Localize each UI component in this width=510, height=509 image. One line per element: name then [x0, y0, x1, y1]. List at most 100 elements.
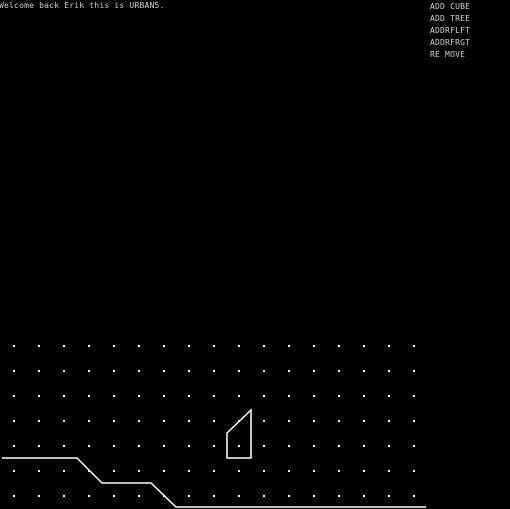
- design-canvas[interactable]: [0, 0, 510, 509]
- grid-dot: [138, 445, 140, 447]
- grid-dot: [413, 470, 415, 472]
- grid-dot: [263, 470, 265, 472]
- grid-dot: [138, 345, 140, 347]
- grid-dot: [13, 470, 15, 472]
- grid-dot: [338, 470, 340, 472]
- grid-dot: [113, 395, 115, 397]
- grid-dot: [188, 470, 190, 472]
- grid-dot: [413, 445, 415, 447]
- grid-dot: [388, 395, 390, 397]
- grid-dot: [163, 420, 165, 422]
- grid-dot: [238, 445, 240, 447]
- grid-dot: [138, 370, 140, 372]
- grid-dot: [238, 370, 240, 372]
- grid-dot: [13, 370, 15, 372]
- grid-dot: [313, 445, 315, 447]
- grid-dot: [88, 445, 90, 447]
- grid-dot: [163, 345, 165, 347]
- grid-dot: [138, 420, 140, 422]
- grid-dot: [188, 445, 190, 447]
- grid-dot: [338, 345, 340, 347]
- grid-dot: [288, 345, 290, 347]
- grid-dot: [338, 495, 340, 497]
- grid-dot: [238, 495, 240, 497]
- grid-dot: [213, 420, 215, 422]
- grid-dot: [313, 395, 315, 397]
- grid-dot: [38, 345, 40, 347]
- grid-dot: [138, 495, 140, 497]
- grid-dot: [38, 470, 40, 472]
- grid-dot: [63, 370, 65, 372]
- grid-dot: [13, 495, 15, 497]
- grid-dot: [263, 420, 265, 422]
- grid-dot: [238, 345, 240, 347]
- grid-dot: [38, 395, 40, 397]
- grid-dot: [388, 470, 390, 472]
- grid-dot: [338, 420, 340, 422]
- grid-dot: [63, 420, 65, 422]
- grid-dot: [313, 495, 315, 497]
- grid-dots: [13, 345, 415, 497]
- grid-dot: [88, 495, 90, 497]
- grid-dot: [388, 495, 390, 497]
- grid-dot: [113, 470, 115, 472]
- grid-dot: [413, 345, 415, 347]
- grid-dot: [288, 395, 290, 397]
- grid-dot: [213, 395, 215, 397]
- grid-dot: [63, 345, 65, 347]
- grid-dot: [63, 395, 65, 397]
- grid-dot: [288, 420, 290, 422]
- grid-dot: [38, 445, 40, 447]
- grid-dot: [138, 470, 140, 472]
- roof-right-shape[interactable]: [226, 408, 252, 459]
- grid-dot: [88, 370, 90, 372]
- grid-dot: [88, 395, 90, 397]
- grid-dot: [388, 445, 390, 447]
- grid-dot: [88, 345, 90, 347]
- grid-dot: [213, 470, 215, 472]
- grid-dot: [113, 345, 115, 347]
- grid-dot: [263, 495, 265, 497]
- grid-dot: [213, 345, 215, 347]
- grid-dot: [338, 370, 340, 372]
- grid-dot: [13, 445, 15, 447]
- grid-dot: [138, 395, 140, 397]
- grid-dot: [63, 445, 65, 447]
- grid-dot: [338, 445, 340, 447]
- grid-dot: [63, 470, 65, 472]
- grid-dot: [38, 370, 40, 372]
- grid-dot: [288, 445, 290, 447]
- grid-dot: [238, 470, 240, 472]
- grid-dot: [363, 495, 365, 497]
- terrain-contour-line: [2, 457, 426, 508]
- grid-dot: [388, 345, 390, 347]
- grid-dot: [363, 395, 365, 397]
- grid-dot: [388, 370, 390, 372]
- grid-dot: [13, 345, 15, 347]
- grid-dot: [238, 395, 240, 397]
- grid-dot: [263, 345, 265, 347]
- grid-dot: [313, 345, 315, 347]
- grid-dot: [413, 370, 415, 372]
- grid-dot: [313, 470, 315, 472]
- grid-dot: [163, 445, 165, 447]
- grid-dot: [363, 420, 365, 422]
- grid-dot: [363, 470, 365, 472]
- grid-dot: [413, 395, 415, 397]
- grid-dot: [13, 420, 15, 422]
- grid-dot: [363, 370, 365, 372]
- grid-dot: [413, 420, 415, 422]
- grid-dot: [113, 495, 115, 497]
- grid-dot: [263, 395, 265, 397]
- grid-dot: [163, 470, 165, 472]
- grid-dot: [288, 370, 290, 372]
- grid-dot: [263, 370, 265, 372]
- grid-dot: [413, 495, 415, 497]
- grid-dot: [63, 495, 65, 497]
- grid-dot: [163, 370, 165, 372]
- grid-dot: [188, 495, 190, 497]
- grid-dot: [188, 420, 190, 422]
- grid-dot: [263, 445, 265, 447]
- grid-dot: [313, 420, 315, 422]
- grid-dot: [13, 395, 15, 397]
